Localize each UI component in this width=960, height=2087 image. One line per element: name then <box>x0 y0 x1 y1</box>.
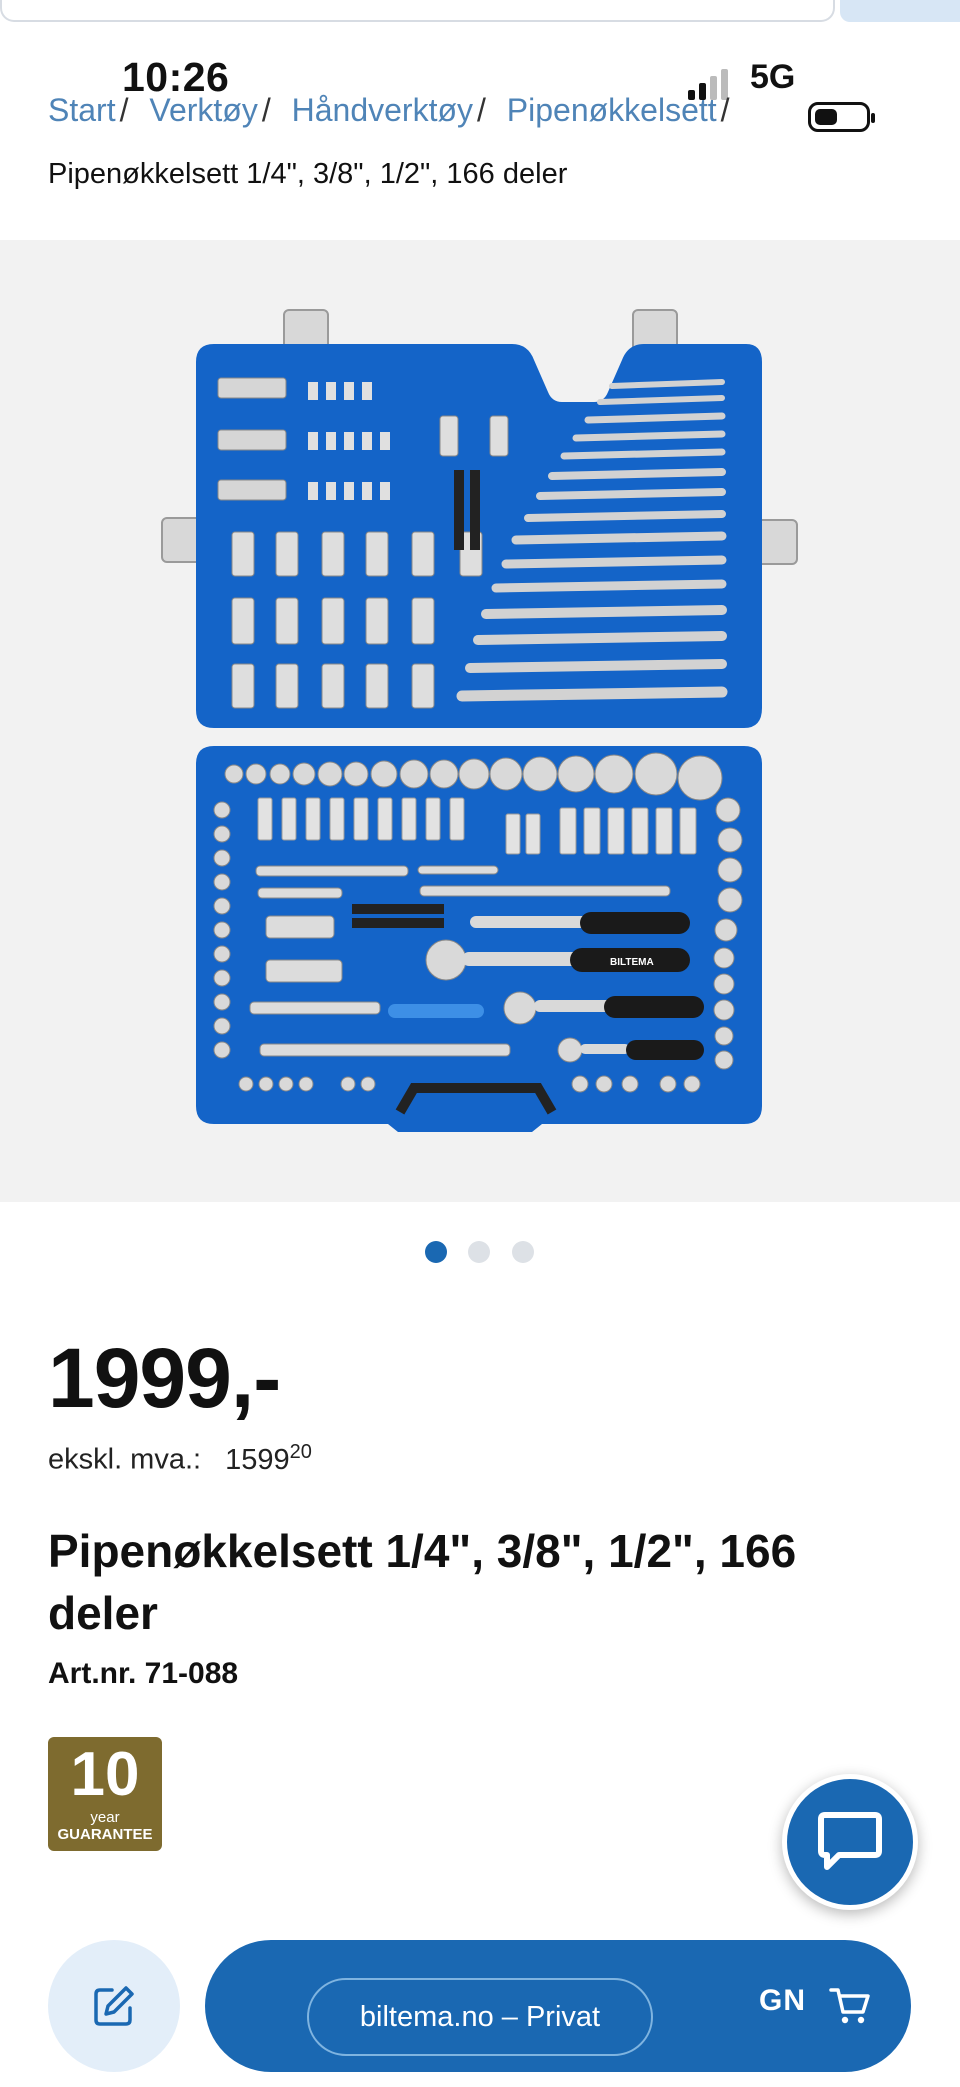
breadcrumb-start[interactable]: Start <box>48 92 116 128</box>
cart-icon <box>829 1988 870 2024</box>
breadcrumb-pipenokkelsett[interactable]: Pipenøkkelsett <box>507 92 717 128</box>
guarantee-year-label: year <box>90 1809 120 1826</box>
tab-strip-edge[interactable] <box>840 0 960 22</box>
product-title: Pipenøkkelsett 1/4", 3/8", 1/2", 166 del… <box>48 1525 797 1639</box>
address-field-edge[interactable] <box>0 0 835 22</box>
gallery-dot-1[interactable] <box>425 1241 447 1263</box>
guarantee-years: 10 <box>70 1740 140 1809</box>
socket-set-case-image: BILTEMA <box>161 309 798 1132</box>
chat-bubble-icon <box>818 1812 882 1870</box>
note-button[interactable] <box>48 1940 180 2072</box>
product-image-gallery[interactable]: BILTEMA <box>0 240 960 1202</box>
guarantee-badge: 10 year GUARANTEE <box>48 1737 162 1851</box>
breadcrumb-separator: / <box>119 92 129 128</box>
add-to-cart-label: GN <box>759 1984 806 2017</box>
article-number: Art.nr. 71-088 <box>48 1657 239 1690</box>
breadcrumb: Start / Verktøy / Håndverktøy / Pipenøkkels… <box>48 92 742 129</box>
battery-icon <box>808 102 875 132</box>
gallery-pagination <box>0 1241 960 1271</box>
brand-text: BILTEMA <box>610 957 654 968</box>
breadcrumb-current: Pipenøkkelsett 1/4", 3/8", 1/2", 166 del… <box>48 158 568 190</box>
gallery-dot-3[interactable] <box>512 1241 534 1263</box>
status-bar: 10:26 5G <box>0 40 960 132</box>
gallery-dot-2[interactable] <box>468 1241 490 1263</box>
breadcrumb-separator: / <box>720 92 730 128</box>
chat-button[interactable] <box>782 1774 918 1910</box>
browser-url-pill[interactable]: biltema.no – Privat <box>307 1978 653 2056</box>
network-label: 5G <box>750 58 796 96</box>
breadcrumb-separator: / <box>261 92 271 128</box>
price-excl-vat: ekskl. mva.: 159920 <box>48 1441 312 1477</box>
vat-amount: 1599 <box>225 1443 290 1476</box>
vat-label: ekskl. mva.: <box>48 1443 202 1476</box>
vat-cents: 20 <box>289 1441 312 1463</box>
breadcrumb-handverktoy[interactable]: Håndverktøy <box>292 92 473 128</box>
guarantee-label: GUARANTEE <box>57 1826 153 1843</box>
browser-top-edge <box>0 0 960 24</box>
breadcrumb-verktoy[interactable]: Verktøy <box>149 92 257 128</box>
breadcrumb-separator: / <box>477 92 486 128</box>
edit-icon <box>94 1986 134 2026</box>
product-price: 1999,- <box>48 1331 281 1425</box>
